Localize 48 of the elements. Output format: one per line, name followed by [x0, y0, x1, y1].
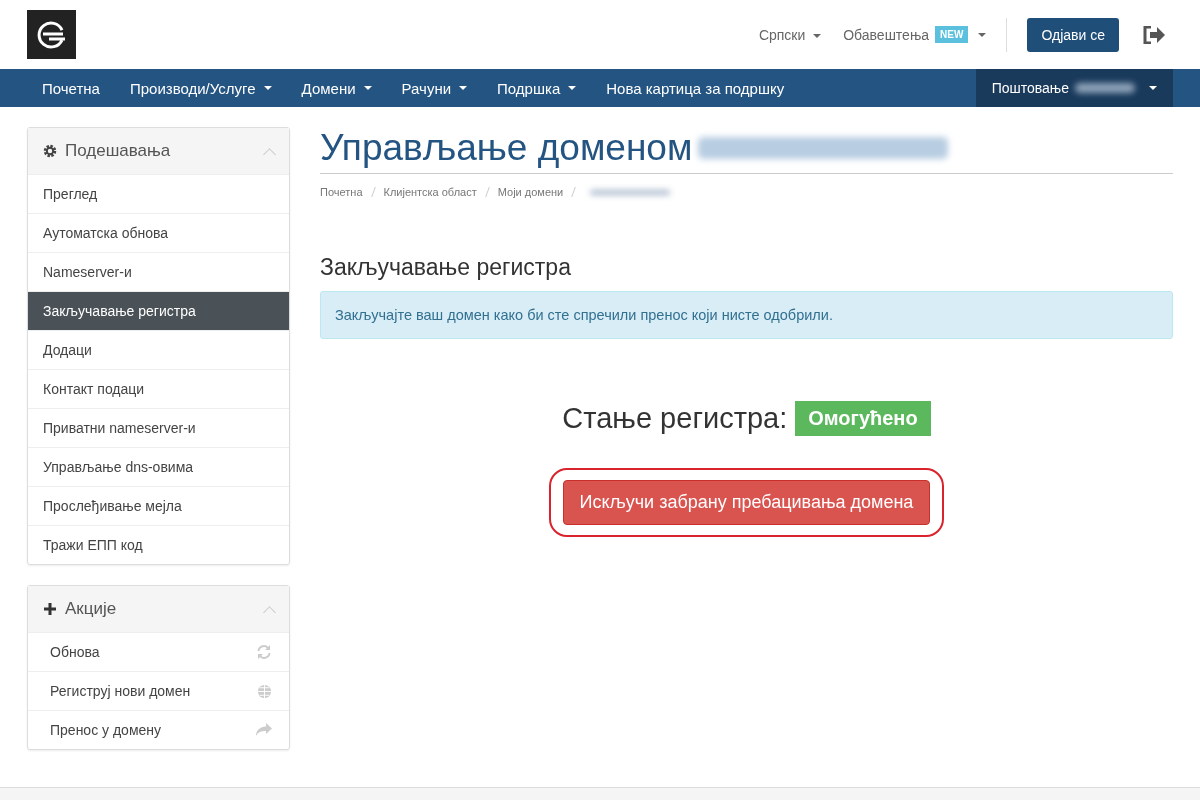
share-arrow-icon — [256, 723, 272, 737]
globe-icon — [257, 683, 272, 699]
section-title: Закључавање регистра — [320, 254, 572, 281]
nav-item[interactable]: Почетна — [27, 69, 115, 107]
logout-button[interactable]: Одјави се — [1027, 17, 1119, 52]
sidebar-item[interactable]: Прослеђивање мејла — [28, 486, 289, 525]
unlock-button[interactable]: Искључи забрану пребацивања домена — [562, 480, 931, 525]
new-badge: NEW — [935, 26, 969, 43]
logout-icon[interactable] — [1143, 25, 1165, 44]
caret-icon[interactable] — [978, 32, 987, 37]
panel-title: Подешавања — [65, 141, 171, 161]
sidebar-item[interactable]: Региструј нови домен — [28, 671, 289, 710]
nav-item[interactable]: Домени — [286, 69, 387, 107]
breadcrumb-link[interactable]: Клијентска област — [383, 186, 477, 198]
sidebar-item[interactable]: Додаци — [28, 330, 289, 369]
settings-icon — [43, 144, 57, 158]
page-title: Управљање доменом — [320, 127, 693, 169]
panel-header[interactable]: Подешавања — [28, 128, 289, 174]
nav-item[interactable]: Нова картица за подршку — [591, 69, 800, 107]
info-alert: Закључајте ваш домен како би сте спречили пренос који нисте одобрили. — [320, 291, 1173, 339]
sidebar-item[interactable]: Аутоматска обнова — [28, 213, 289, 252]
blurred-name — [1075, 83, 1135, 93]
breadcrumb-link[interactable]: Моји домени — [497, 186, 564, 198]
sidebar-item[interactable]: Контакт подаци — [28, 369, 289, 408]
plus-icon — [43, 602, 57, 616]
action-label: Пренос у домену — [50, 722, 162, 738]
sidebar-item[interactable]: Закључавање регистра — [28, 291, 289, 330]
status-badge: Омогућено — [795, 401, 931, 436]
nav-item[interactable]: Подршка — [482, 69, 592, 107]
nav-item[interactable]: Производи/Услуге — [114, 69, 287, 107]
action-label: Региструј нови домен — [50, 683, 191, 699]
nav-item[interactable]: Рачуни — [386, 69, 483, 107]
status-label: Стање регистра: — [562, 402, 788, 435]
sidebar-item[interactable]: Преглед — [28, 174, 289, 213]
account-menu[interactable]: Поштовање — [975, 69, 1173, 107]
language-menu[interactable]: Српски — [758, 26, 822, 43]
logo-icon[interactable] — [27, 10, 76, 59]
sidebar-item[interactable]: Пренос у домену — [28, 710, 289, 749]
sidebar-item[interactable]: Управљање dns-овима — [28, 447, 289, 486]
refresh-icon — [256, 644, 272, 660]
panel-header[interactable]: Акције — [28, 586, 289, 632]
sidebar-item[interactable]: Обнова — [28, 632, 289, 671]
panel-title: Акције — [65, 599, 117, 619]
breadcrumb-link[interactable]: Почетна — [320, 186, 363, 198]
sidebar-item[interactable]: Тражи ЕПП код — [28, 525, 289, 564]
notifications-menu[interactable]: Обавештења — [843, 26, 930, 43]
sidebar-item[interactable]: Приватни nameserver-и — [28, 408, 289, 447]
action-label: Обнова — [50, 644, 100, 660]
